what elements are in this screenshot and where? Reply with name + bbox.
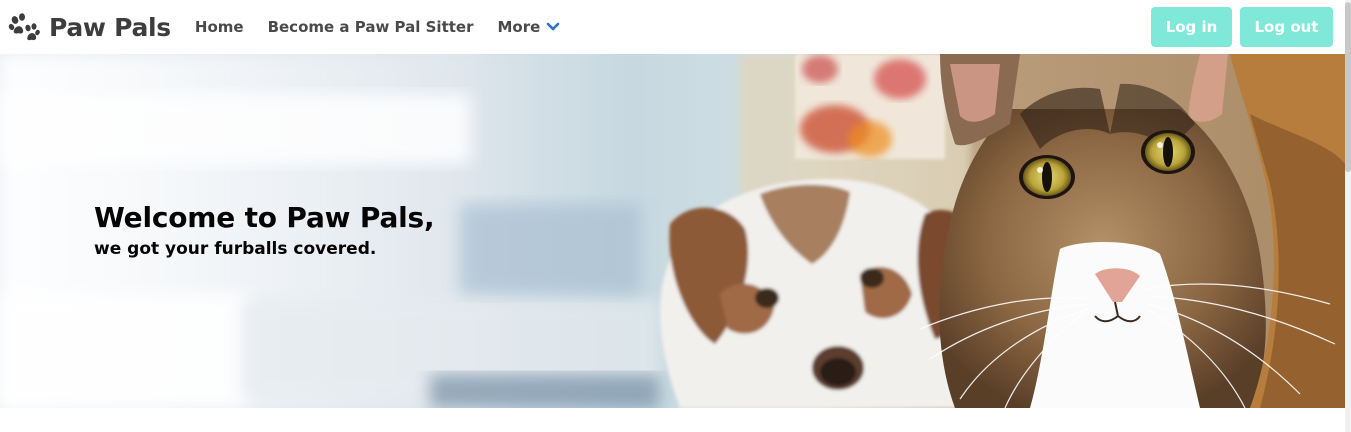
hero-title: Welcome to Paw Pals, (94, 201, 435, 234)
nav-home-link[interactable]: Home (195, 18, 244, 36)
paw-print-icon (8, 13, 40, 41)
brand-name: Paw Pals (49, 12, 171, 42)
hero-subtitle: we got your furballs covered. (94, 239, 377, 259)
auth-buttons: Log in Log out (1151, 7, 1333, 47)
scrollbar-thumb[interactable] (1345, 2, 1351, 172)
navbar: Paw Pals Home Become a Paw Pal Sitter Mo… (0, 0, 1345, 54)
nav-links: Home Become a Paw Pal Sitter More (195, 18, 584, 36)
scrollbar[interactable] (1345, 0, 1351, 432)
logout-button[interactable]: Log out (1240, 7, 1333, 47)
brand-logo-link[interactable]: Paw Pals (8, 12, 171, 42)
login-button[interactable]: Log in (1151, 7, 1232, 47)
chevron-down-icon (546, 22, 560, 31)
nav-more-label: More (497, 18, 541, 36)
nav-become-sitter-link[interactable]: Become a Paw Pal Sitter (268, 18, 474, 36)
nav-more-dropdown[interactable]: More (497, 18, 560, 36)
hero-banner: Welcome to Paw Pals, we got your furball… (0, 54, 1345, 408)
hero-caption: Welcome to Paw Pals, we got your furball… (94, 201, 435, 259)
page: Paw Pals Home Become a Paw Pal Sitter Mo… (0, 0, 1351, 432)
